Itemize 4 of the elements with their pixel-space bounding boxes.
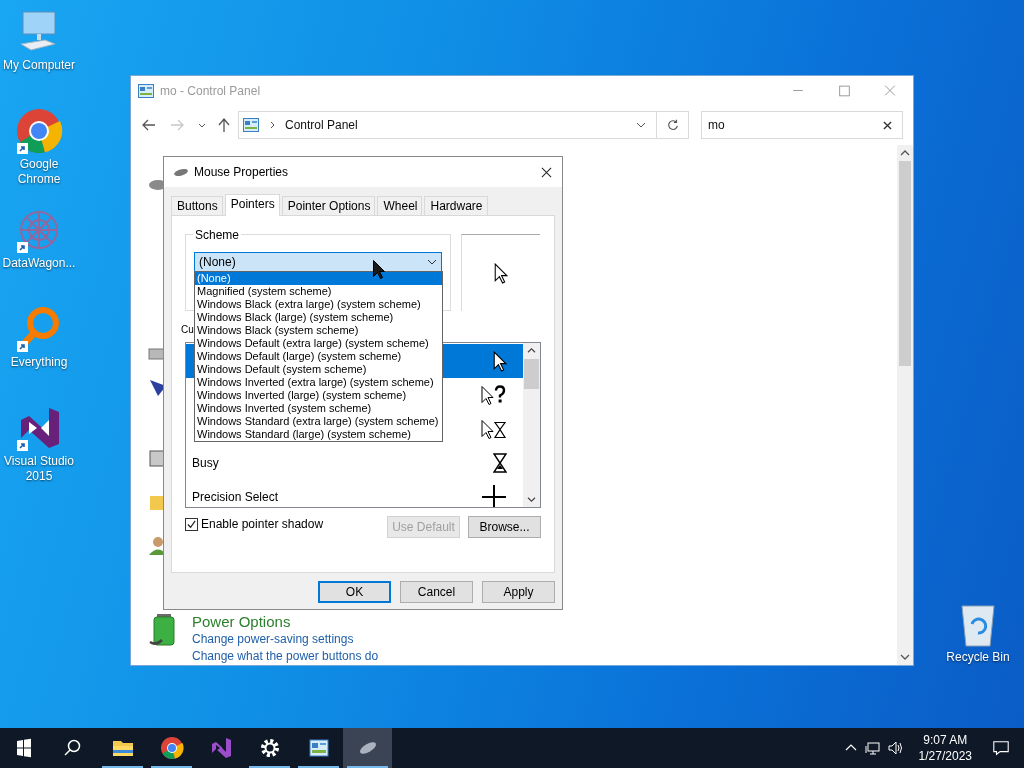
group-label: Scheme	[193, 228, 242, 242]
dialog-title: Mouse Properties	[194, 165, 289, 179]
window-title: mo - Control Panel	[160, 83, 261, 98]
section-label: Cu	[181, 323, 194, 337]
